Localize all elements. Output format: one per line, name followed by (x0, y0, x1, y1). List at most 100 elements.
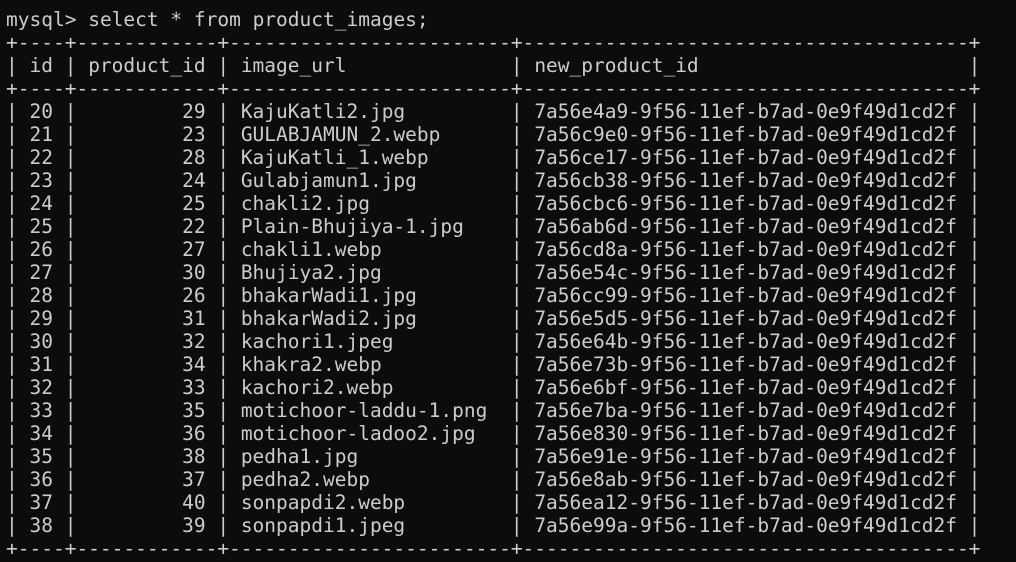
cell-image-url: chakli2.jpg (240, 192, 370, 215)
cell-new-product-id: 7a56e99a-9f56-11ef-b7ad-0e9f49d1cd2f (534, 514, 957, 537)
cell-id: 20 (29, 100, 53, 123)
table-row: | 28 | 26 | bhakarWadi1.jpg | 7a56cc99-9f… (6, 284, 981, 307)
cell-id: 34 (29, 422, 53, 445)
table-row: | 27 | 30 | Bhujiya2.jpg | 7a56e54c-9f56-… (6, 261, 981, 284)
sql-command: select * from product_images; (88, 8, 429, 31)
cell-new-product-id: 7a56ea12-9f56-11ef-b7ad-0e9f49d1cd2f (534, 491, 957, 514)
table-body: | 20 | 29 | KajuKatli2.jpg | 7a56e4a9-9f5… (6, 100, 1016, 537)
cell-image-url: pedha2.webp (240, 468, 370, 491)
table-row: | 26 | 27 | chakli1.webp | 7a56cd8a-9f56-… (6, 238, 981, 261)
cell-id: 33 (29, 399, 53, 422)
cell-id: 22 (29, 146, 53, 169)
table-row: | 21 | 23 | GULABJAMUN_2.webp | 7a56c9e0-… (6, 123, 981, 146)
cell-product-id: 35 (182, 399, 206, 422)
cell-new-product-id: 7a56e91e-9f56-11ef-b7ad-0e9f49d1cd2f (534, 445, 957, 468)
cell-new-product-id: 7a56e7ba-9f56-11ef-b7ad-0e9f49d1cd2f (534, 399, 957, 422)
table-row: | 33 | 35 | motichoor-laddu-1.png | 7a56e… (6, 399, 981, 422)
cell-new-product-id: 7a56cb38-9f56-11ef-b7ad-0e9f49d1cd2f (534, 169, 957, 192)
cell-image-url: bhakarWadi2.jpg (240, 307, 417, 330)
column-header-new-product-id: new_product_id (534, 54, 699, 77)
cell-product-id: 33 (182, 376, 206, 399)
table-row: | 24 | 25 | chakli2.jpg | 7a56cbc6-9f56-1… (6, 192, 981, 215)
mysql-prompt: mysql> (6, 8, 77, 31)
cell-product-id: 25 (182, 192, 206, 215)
cell-product-id: 31 (182, 307, 206, 330)
cell-product-id: 40 (182, 491, 206, 514)
table-row: | 30 | 32 | kachori1.jpeg | 7a56e64b-9f56… (6, 330, 981, 353)
table-row: | 32 | 33 | kachori2.webp | 7a56e6bf-9f56… (6, 376, 981, 399)
command-line: mysql> select * from product_images; (6, 8, 1016, 31)
cell-new-product-id: 7a56ab6d-9f56-11ef-b7ad-0e9f49d1cd2f (534, 215, 957, 238)
cell-image-url: KajuKatli2.jpg (240, 100, 406, 123)
cell-image-url: pedha1.jpg (240, 445, 359, 468)
table-border-header: +----+------------+---------------------… (6, 77, 981, 100)
cell-new-product-id: 7a56e6bf-9f56-11ef-b7ad-0e9f49d1cd2f (534, 376, 957, 399)
column-header-image-url: image_url (240, 54, 347, 77)
cell-new-product-id: 7a56e8ab-9f56-11ef-b7ad-0e9f49d1cd2f (534, 468, 957, 491)
cell-image-url: Gulabjamun1.jpg (240, 169, 417, 192)
cell-product-id: 30 (182, 261, 206, 284)
terminal-window[interactable]: mysql> select * from product_images; +--… (0, 0, 1016, 562)
cell-new-product-id: 7a56c9e0-9f56-11ef-b7ad-0e9f49d1cd2f (534, 123, 957, 146)
cell-new-product-id: 7a56e830-9f56-11ef-b7ad-0e9f49d1cd2f (534, 422, 957, 445)
cell-new-product-id: 7a56cc99-9f56-11ef-b7ad-0e9f49d1cd2f (534, 284, 957, 307)
cell-image-url: Bhujiya2.jpg (240, 261, 382, 284)
column-header-product-id: product_id (88, 54, 206, 77)
cell-id: 36 (29, 468, 53, 491)
cell-image-url: Plain-Bhujiya-1.jpg (240, 215, 464, 238)
cell-id: 30 (29, 330, 53, 353)
cell-id: 31 (29, 353, 53, 376)
table-border-bottom: +----+------------+---------------------… (6, 537, 981, 560)
cell-new-product-id: 7a56e54c-9f56-11ef-b7ad-0e9f49d1cd2f (534, 261, 957, 284)
table-row: | 23 | 24 | Gulabjamun1.jpg | 7a56cb38-9f… (6, 169, 981, 192)
cell-image-url: chakli1.webp (240, 238, 382, 261)
table-row: | 37 | 40 | sonpapdi2.webp | 7a56ea12-9f5… (6, 491, 981, 514)
cell-id: 38 (29, 514, 53, 537)
cell-product-id: 24 (182, 169, 206, 192)
table-row: | 22 | 28 | KajuKatli_1.webp | 7a56ce17-9… (6, 146, 981, 169)
cell-id: 32 (29, 376, 53, 399)
cell-id: 29 (29, 307, 53, 330)
cell-id: 24 (29, 192, 53, 215)
cell-new-product-id: 7a56e4a9-9f56-11ef-b7ad-0e9f49d1cd2f (534, 100, 957, 123)
cell-new-product-id: 7a56e5d5-9f56-11ef-b7ad-0e9f49d1cd2f (534, 307, 957, 330)
cell-product-id: 34 (182, 353, 206, 376)
column-header-id: id (29, 54, 53, 77)
cell-image-url: sonpapdi1.jpeg (240, 514, 406, 537)
table-row: | 36 | 37 | pedha2.webp | 7a56e8ab-9f56-1… (6, 468, 981, 491)
table-row: | 29 | 31 | bhakarWadi2.jpg | 7a56e5d5-9f… (6, 307, 981, 330)
cell-new-product-id: 7a56cd8a-9f56-11ef-b7ad-0e9f49d1cd2f (534, 238, 957, 261)
table-row: | 20 | 29 | KajuKatli2.jpg | 7a56e4a9-9f5… (6, 100, 981, 123)
cell-new-product-id: 7a56e73b-9f56-11ef-b7ad-0e9f49d1cd2f (534, 353, 957, 376)
table-row: | 34 | 36 | motichoor-ladoo2.jpg | 7a56e8… (6, 422, 981, 445)
cell-product-id: 39 (182, 514, 206, 537)
cell-image-url: sonpapdi2.webp (240, 491, 406, 514)
cell-id: 35 (29, 445, 53, 468)
cell-image-url: GULABJAMUN_2.webp (240, 123, 441, 146)
cell-image-url: kachori2.webp (240, 376, 394, 399)
cell-id: 21 (29, 123, 53, 146)
cell-product-id: 32 (182, 330, 206, 353)
cell-product-id: 27 (182, 238, 206, 261)
cell-product-id: 29 (182, 100, 206, 123)
cell-new-product-id: 7a56cbc6-9f56-11ef-b7ad-0e9f49d1cd2f (534, 192, 957, 215)
cell-product-id: 38 (182, 445, 206, 468)
cell-product-id: 36 (182, 422, 206, 445)
cell-new-product-id: 7a56e64b-9f56-11ef-b7ad-0e9f49d1cd2f (534, 330, 957, 353)
table-row: | 38 | 39 | sonpapdi1.jpeg | 7a56e99a-9f5… (6, 514, 981, 537)
cell-image-url: khakra2.webp (240, 353, 382, 376)
cell-image-url: KajuKatli_1.webp (240, 146, 429, 169)
cell-image-url: motichoor-ladoo2.jpg (240, 422, 476, 445)
table-border-top: +----+------------+---------------------… (6, 31, 981, 54)
cell-id: 25 (29, 215, 53, 238)
cell-product-id: 28 (182, 146, 206, 169)
cell-id: 28 (29, 284, 53, 307)
cell-product-id: 23 (182, 123, 206, 146)
cell-new-product-id: 7a56ce17-9f56-11ef-b7ad-0e9f49d1cd2f (534, 146, 957, 169)
cell-product-id: 37 (182, 468, 206, 491)
cell-product-id: 26 (182, 284, 206, 307)
table-row: | 35 | 38 | pedha1.jpg | 7a56e91e-9f56-11… (6, 445, 981, 468)
cell-id: 23 (29, 169, 53, 192)
cell-product-id: 22 (182, 215, 206, 238)
table-header-row: | id | product_id | image_url | new_produ… (6, 54, 981, 77)
